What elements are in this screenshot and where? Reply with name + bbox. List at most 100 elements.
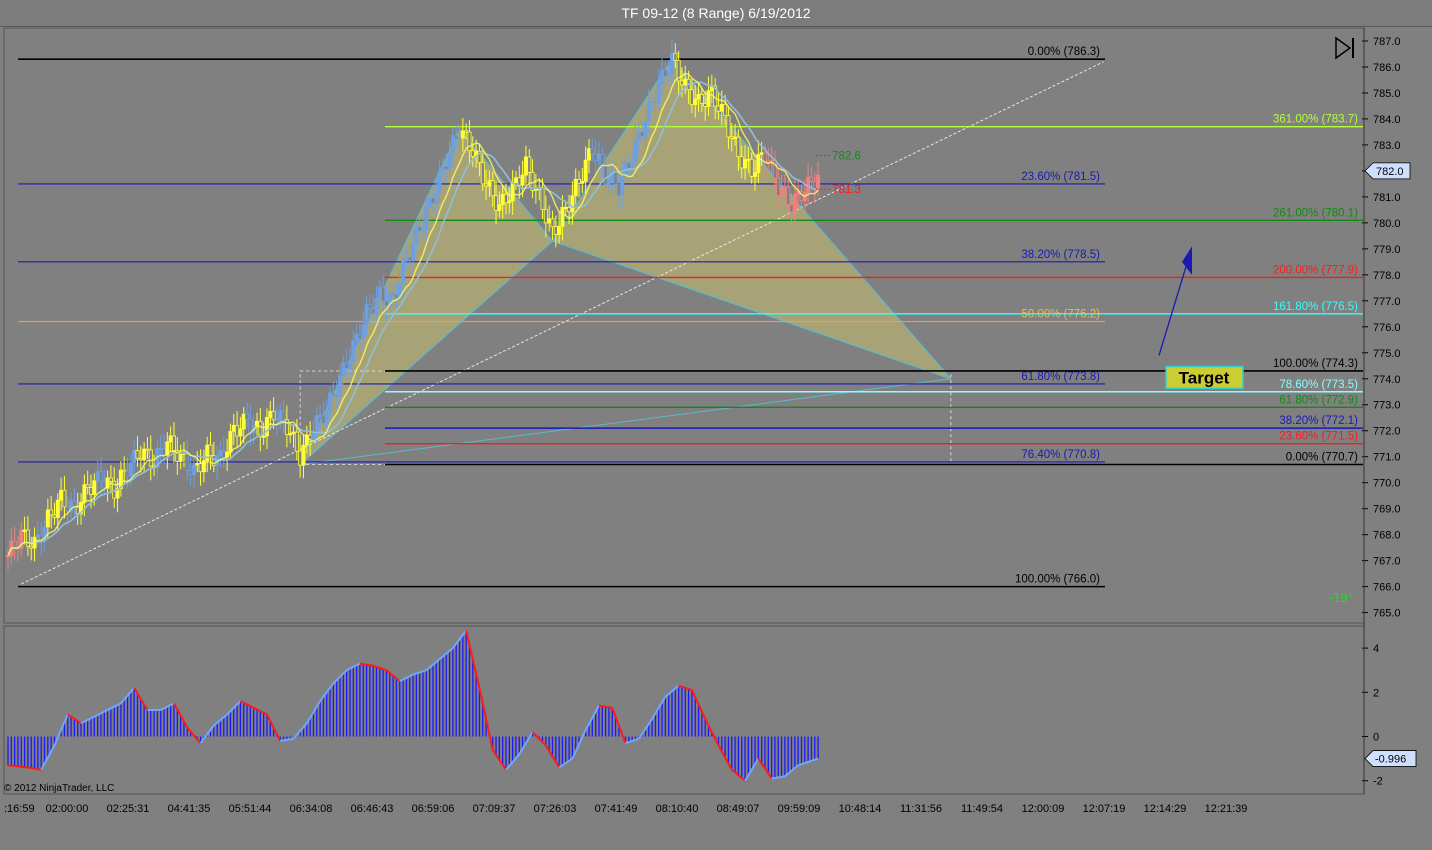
- candle-body: [696, 93, 701, 100]
- target-label[interactable]: Target: [1179, 368, 1230, 387]
- candle-body: [603, 164, 608, 186]
- candle-body: [354, 333, 359, 342]
- fib-left-label-0: 0.00% (786.3): [1028, 46, 1100, 58]
- price-tick-label-11: 776.0: [1373, 322, 1401, 334]
- oscillator-line-segment: [625, 741, 630, 745]
- candle-body: [500, 193, 505, 206]
- candle-body: [178, 452, 183, 462]
- oscillator-line-segment: [382, 668, 387, 672]
- candle-body: [328, 392, 333, 412]
- candle-body: [188, 469, 193, 475]
- candle-body: [553, 226, 558, 235]
- oscillator-line-segment: [801, 762, 806, 766]
- angle-label: -19°: [1329, 590, 1353, 605]
- candle-body: [640, 131, 645, 137]
- price-tick-label-19: 768.0: [1373, 530, 1401, 542]
- candle-body: [749, 158, 754, 177]
- candle-body: [583, 159, 588, 182]
- candle-body: [570, 195, 575, 213]
- candle-body: [656, 83, 661, 104]
- candle-body: [394, 294, 399, 299]
- last-price-label: 782.0: [1376, 166, 1404, 178]
- time-tick-label-6: 06:46:43: [351, 803, 394, 815]
- price-tick-label-0: 787.0: [1373, 36, 1401, 48]
- candle-body: [746, 158, 751, 162]
- candle-body: [367, 304, 372, 310]
- candle-body: [162, 448, 167, 456]
- candle-body: [726, 115, 731, 138]
- price-chart[interactable]: 0.00% (786.3) 23.60% (781.5) 38.20% (778.5…: [0, 26, 1432, 850]
- time-tick-label-8: 07:09:37: [473, 803, 516, 815]
- candle-body: [138, 457, 143, 461]
- oscillator-line-segment: [781, 775, 786, 778]
- candle-body: [321, 414, 326, 424]
- candle-body: [314, 415, 319, 435]
- candle-body: [494, 195, 499, 211]
- price-tick-label-16: 771.0: [1373, 452, 1401, 464]
- oscillator-line-segment: [688, 688, 693, 692]
- candle-body: [646, 101, 651, 123]
- candle-body: [148, 449, 153, 467]
- candle-body: [45, 509, 50, 528]
- candle-body: [417, 226, 422, 232]
- time-tick-label-2: 02:25:31: [107, 803, 150, 815]
- oscillator-line-segment: [363, 663, 367, 666]
- price-tick-label-7: 780.0: [1373, 218, 1401, 230]
- candle-body: [706, 90, 711, 107]
- candle-body: [716, 105, 721, 112]
- candle-body: [733, 136, 738, 140]
- time-tick-label-17: 12:00:09: [1022, 803, 1065, 815]
- osc-tick-label-3: -2: [1373, 776, 1383, 788]
- candle-body: [195, 463, 200, 466]
- candle-body: [503, 193, 508, 204]
- candle-body: [693, 98, 698, 106]
- candle-body: [527, 156, 532, 173]
- candle-body: [590, 148, 595, 155]
- oscillator-line-segment: [290, 737, 294, 741]
- candle-body: [440, 166, 445, 172]
- fib-right-label-5: 78.60% (773.5): [1279, 379, 1358, 391]
- candle-body: [550, 218, 555, 228]
- candle-body: [587, 148, 592, 161]
- candle-body: [670, 52, 675, 74]
- price-tick-label-1: 786.0: [1373, 62, 1401, 74]
- oscillator-line-segment: [280, 739, 284, 742]
- candle-body: [22, 529, 27, 532]
- candle-body: [517, 177, 522, 186]
- fib-right-label-6: 61.80% (772.9): [1279, 394, 1358, 406]
- candle-body: [235, 424, 240, 437]
- candle-body: [600, 153, 605, 166]
- candle-body: [205, 444, 210, 462]
- level-low-label: 781.3: [832, 184, 861, 196]
- candle-body: [606, 179, 611, 186]
- time-tick-label-9: 07:26:03: [534, 803, 577, 815]
- time-tick-label-15: 11:31:56: [900, 803, 942, 815]
- candle-body: [759, 152, 764, 155]
- time-tick-label-14: 10:48:14: [839, 803, 882, 815]
- candle-body: [168, 435, 173, 443]
- candle-body: [364, 304, 369, 326]
- candle-body: [487, 180, 492, 187]
- last-oscillator-label: -0.996: [1375, 754, 1406, 766]
- candle-body: [191, 464, 196, 475]
- candle-body: [507, 200, 512, 204]
- candle-body: [719, 104, 724, 112]
- level-high-label: 782.6: [832, 150, 861, 162]
- candle-body: [633, 138, 638, 163]
- oscillator-line-segment: [412, 672, 417, 676]
- candle-body: [497, 204, 502, 211]
- candle-body: [560, 206, 565, 227]
- price-tick-label-13: 774.0: [1373, 374, 1401, 386]
- candle-body: [158, 448, 163, 451]
- time-tick-label-19: 12:14:29: [1144, 803, 1187, 815]
- time-tick-label-18: 12:07:19: [1083, 803, 1126, 815]
- candle-body: [703, 103, 708, 107]
- chart-window: TF 09-12 (8 Range) 6/19/2012 0.00% (786.…: [0, 0, 1432, 850]
- candle-body: [374, 297, 379, 315]
- price-tick-label-2: 785.0: [1373, 88, 1401, 100]
- candle-body: [337, 375, 342, 396]
- fib-left-label-4: 61.80% (773.8): [1021, 371, 1100, 383]
- candle-body: [660, 69, 665, 84]
- candle-body: [547, 218, 552, 224]
- oscillator-line-segment: [379, 667, 384, 671]
